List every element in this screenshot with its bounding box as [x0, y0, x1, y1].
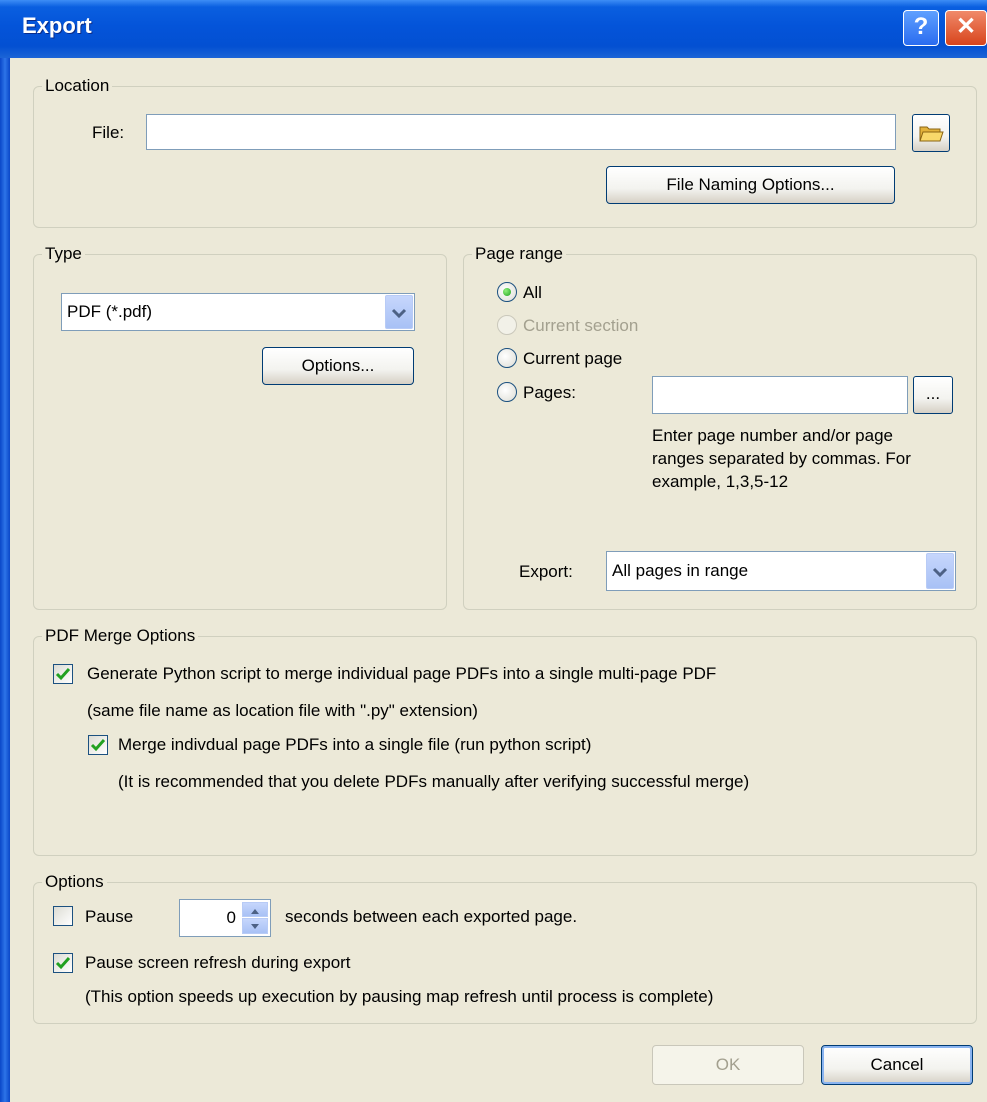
radio-all-label: All: [523, 283, 542, 302]
radio-current-section-label: Current section: [523, 316, 639, 335]
radio-all[interactable]: [497, 282, 517, 302]
pause-refresh-label: Pause screen refresh during export: [85, 953, 351, 972]
seconds-label: seconds between each exported page.: [285, 907, 578, 926]
window-title: Export: [22, 13, 92, 38]
generate-script-checkbox[interactable]: [53, 664, 73, 684]
pages-input[interactable]: [652, 376, 908, 414]
location-legend: Location: [45, 76, 110, 95]
pause-label: Pause: [85, 907, 134, 926]
merge-pdfs-note: (It is recommended that you delete PDFs …: [118, 772, 750, 791]
page-range-legend: Page range: [475, 244, 563, 263]
merge-pdfs-checkbox[interactable]: [88, 735, 108, 755]
ok-button[interactable]: OK: [652, 1045, 804, 1085]
checkmark-icon: [55, 668, 71, 681]
location-group: Location: [33, 76, 977, 228]
pause-seconds-spinner[interactable]: 0: [179, 899, 271, 937]
file-input[interactable]: [146, 114, 896, 150]
spin-up-icon[interactable]: [242, 902, 268, 917]
window-frame-left: [0, 58, 10, 1102]
file-naming-options-button[interactable]: File Naming Options...: [606, 166, 895, 204]
pause-seconds-value: 0: [226, 908, 236, 927]
radio-current-page-label: Current page: [523, 349, 623, 368]
open-folder-icon: [919, 126, 944, 142]
pause-refresh-note: (This option speeds up execution by paus…: [85, 987, 714, 1006]
radio-pages-label: Pages:: [523, 383, 576, 402]
radio-selected-dot: [503, 288, 511, 296]
checkmark-icon: [90, 739, 106, 752]
chevron-down-icon[interactable]: [385, 295, 413, 329]
title-bar[interactable]: Export ? ✕: [0, 0, 987, 58]
spin-down-icon[interactable]: [242, 918, 268, 934]
help-button[interactable]: ?: [903, 10, 939, 46]
cancel-button[interactable]: Cancel: [821, 1045, 973, 1085]
pages-help-text: Enter page number and/or page ranges sep…: [652, 426, 911, 491]
radio-pages[interactable]: [497, 382, 517, 402]
generate-script-note: (same file name as location file with ".…: [87, 701, 478, 720]
merge-pdfs-label: Merge indivdual page PDFs into a single …: [118, 735, 592, 754]
export-select-value: All pages in range: [612, 561, 749, 580]
export-select[interactable]: All pages in range: [606, 551, 956, 591]
export-label: Export:: [519, 562, 573, 581]
type-select[interactable]: PDF (*.pdf): [61, 293, 415, 331]
radio-current-page[interactable]: [497, 348, 517, 368]
file-label: File:: [92, 123, 125, 142]
pages-ellipsis-button[interactable]: ...: [913, 376, 953, 414]
radio-current-section[interactable]: [497, 315, 517, 335]
type-options-button[interactable]: Options...: [262, 347, 414, 385]
pdf-merge-legend: PDF Merge Options: [45, 626, 196, 645]
chevron-down-icon[interactable]: [926, 553, 954, 589]
generate-script-label: Generate Python script to merge individu…: [87, 664, 717, 683]
pause-refresh-checkbox[interactable]: [53, 953, 73, 973]
checkmark-icon: [55, 957, 71, 970]
options-legend: Options: [45, 872, 104, 891]
close-button[interactable]: ✕: [945, 10, 987, 46]
type-select-value: PDF (*.pdf): [67, 302, 153, 321]
pause-checkbox[interactable]: [53, 906, 73, 926]
type-legend: Type: [45, 244, 82, 263]
browse-folder-button[interactable]: [912, 114, 950, 152]
